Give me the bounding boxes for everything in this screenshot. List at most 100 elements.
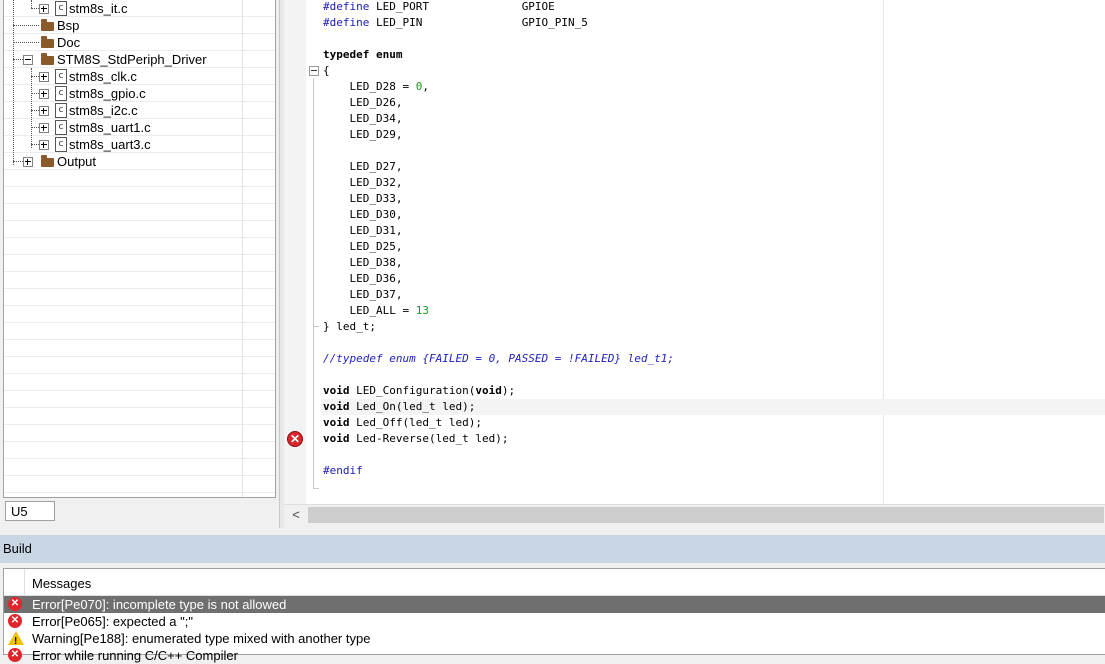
- messages-column-header[interactable]: Messages: [4, 569, 1105, 596]
- code-line[interactable]: void Led_Off(led_t led);: [323, 415, 482, 431]
- fold-guide-end: [313, 326, 319, 327]
- message-text: Error while running C/C++ Compiler: [32, 648, 238, 663]
- code-line[interactable]: #define LED_PIN GPIO_PIN_5: [323, 15, 588, 31]
- message-text: Warning[Pe188]: enumerated type mixed wi…: [32, 631, 371, 646]
- tree-connector: [13, 161, 23, 163]
- tree-item-stm8s-it[interactable]: stm8s_it.c: [69, 0, 128, 17]
- workspace-tab-u5[interactable]: U5: [5, 501, 55, 521]
- tree-connector: [13, 25, 39, 27]
- tree-item-bsp[interactable]: Bsp: [57, 17, 79, 34]
- build-window: Messages ✕ Error[Pe070]: incomplete type…: [0, 563, 1105, 663]
- expand-icon[interactable]: [39, 72, 49, 82]
- error-icon: ✕: [8, 648, 22, 662]
- code-keyword: void: [323, 416, 350, 429]
- tree-connector: [31, 93, 39, 95]
- expand-icon[interactable]: [39, 140, 49, 150]
- message-row[interactable]: ✕ Error[Pe070]: incomplete type is not a…: [4, 596, 1105, 613]
- code-line[interactable]: //typedef enum {FAILED = 0, PASSED = !FA…: [323, 351, 674, 367]
- tree-connector: [13, 59, 23, 61]
- tree-connector: [31, 144, 39, 146]
- code-line[interactable]: typedef enum: [323, 47, 402, 63]
- editor-gutter[interactable]: [284, 0, 306, 504]
- expand-icon[interactable]: [39, 123, 49, 133]
- code-editor[interactable]: ✕ #define LED_PORT GPIOE #define LED_PIN …: [284, 0, 1105, 504]
- tree-item-stm8s-i2c[interactable]: stm8s_i2c.c: [69, 102, 138, 119]
- chevron-left-icon[interactable]: <: [286, 507, 306, 523]
- tree-item-stm8s-clk[interactable]: stm8s_clk.c: [69, 68, 137, 85]
- code-token: LED_D28 =: [323, 80, 416, 93]
- code-line[interactable]: LED_D34,: [323, 111, 402, 127]
- tree-connector: [13, 42, 39, 44]
- message-row[interactable]: ✕ Error while running C/C++ Compiler: [4, 647, 1105, 664]
- folder-icon: [41, 19, 54, 31]
- code-token: LED_D32,: [323, 176, 403, 189]
- code-keyword: typedef enum: [323, 48, 403, 61]
- tree-item-label: STM8S_StdPeriph_Driver: [57, 52, 207, 67]
- tree-item-stm8s-uart1[interactable]: stm8s_uart1.c: [69, 119, 151, 136]
- fold-collapse-icon[interactable]: [309, 66, 319, 76]
- workspace-tree[interactable]: c stm8s_it.c Bsp Doc STM8S_StdPeriph_Dri…: [3, 0, 276, 498]
- code-line[interactable]: #define LED_PORT GPIOE: [323, 0, 555, 15]
- code-preprocessor: #define: [323, 0, 370, 13]
- code-line[interactable]: void Led_On(led_t led);: [323, 399, 475, 415]
- code-line[interactable]: LED_D30,: [323, 207, 402, 223]
- code-line[interactable]: {: [323, 63, 330, 79]
- code-token: LED_D25,: [323, 240, 403, 253]
- code-token: LED_D31,: [323, 224, 403, 237]
- code-token: LED_PIN: [369, 16, 522, 29]
- code-token: LED_D38,: [323, 256, 403, 269]
- code-line[interactable]: LED_D33,: [323, 191, 402, 207]
- code-keyword: void: [323, 432, 350, 445]
- tree-item-doc[interactable]: Doc: [57, 34, 80, 51]
- code-token: LED_D30,: [323, 208, 403, 221]
- tree-connector: [31, 8, 39, 10]
- code-line[interactable]: LED_D31,: [323, 223, 402, 239]
- tree-item-label: Doc: [57, 35, 81, 50]
- code-preprocessor: #define: [323, 16, 370, 29]
- error-icon: ✕: [8, 614, 22, 628]
- code-token: LED_D29,: [323, 128, 403, 141]
- c-file-icon: c: [55, 1, 67, 16]
- code-token: GPIOE: [521, 0, 555, 13]
- scrollbar-thumb[interactable]: [308, 507, 1104, 523]
- collapse-icon[interactable]: [23, 55, 33, 65]
- code-line[interactable]: LED_D38,: [323, 255, 402, 271]
- code-line[interactable]: #endif: [323, 463, 363, 479]
- code-line[interactable]: LED_D32,: [323, 175, 402, 191]
- c-file-icon: c: [55, 86, 67, 101]
- tree-item-label: stm8s_uart1.c: [69, 120, 151, 135]
- code-line[interactable]: LED_D25,: [323, 239, 402, 255]
- expand-icon[interactable]: [39, 89, 49, 99]
- code-line[interactable]: void LED_Configuration(void);: [323, 383, 515, 399]
- code-line[interactable]: LED_D26,: [323, 95, 402, 111]
- code-line[interactable]: LED_D29,: [323, 127, 402, 143]
- tree-item-output[interactable]: Output: [57, 153, 96, 170]
- tree-item-stdperiph-driver[interactable]: STM8S_StdPeriph_Driver: [57, 51, 207, 68]
- code-token: LED_PORT: [369, 0, 522, 13]
- code-line[interactable]: LED_ALL = 13: [323, 303, 429, 319]
- code-line[interactable]: void Led-Reverse(led_t led);: [323, 431, 508, 447]
- code-line[interactable]: LED_D37,: [323, 287, 402, 303]
- error-icon[interactable]: ✕: [287, 431, 303, 447]
- message-row[interactable]: ✕ Error[Pe065]: expected a ";": [4, 613, 1105, 630]
- error-icon: ✕: [8, 597, 22, 611]
- code-line[interactable]: LED_D27,: [323, 159, 402, 175]
- expand-icon[interactable]: [39, 4, 49, 14]
- code-token: {: [323, 64, 330, 77]
- code-token: LED_D36,: [323, 272, 403, 285]
- tree-item-stm8s-gpio[interactable]: stm8s_gpio.c: [69, 85, 146, 102]
- code-line[interactable]: LED_D36,: [323, 271, 402, 287]
- code-line[interactable]: LED_D28 = 0,: [323, 79, 428, 95]
- build-messages-list[interactable]: Messages ✕ Error[Pe070]: incomplete type…: [3, 568, 1105, 663]
- editor-horizontal-scrollbar[interactable]: <: [284, 504, 1105, 525]
- expand-icon[interactable]: [39, 106, 49, 116]
- warning-icon: [8, 631, 24, 650]
- tree-item-stm8s-uart3[interactable]: stm8s_uart3.c: [69, 136, 151, 153]
- code-line[interactable]: } led_t;: [323, 319, 376, 335]
- code-keyword: void: [323, 384, 350, 397]
- expand-icon[interactable]: [23, 157, 33, 167]
- message-row[interactable]: Warning[Pe188]: enumerated type mixed wi…: [4, 630, 1105, 650]
- code-token: } led_t;: [323, 320, 376, 333]
- code-number: 13: [415, 304, 429, 317]
- fold-guide: [313, 78, 314, 488]
